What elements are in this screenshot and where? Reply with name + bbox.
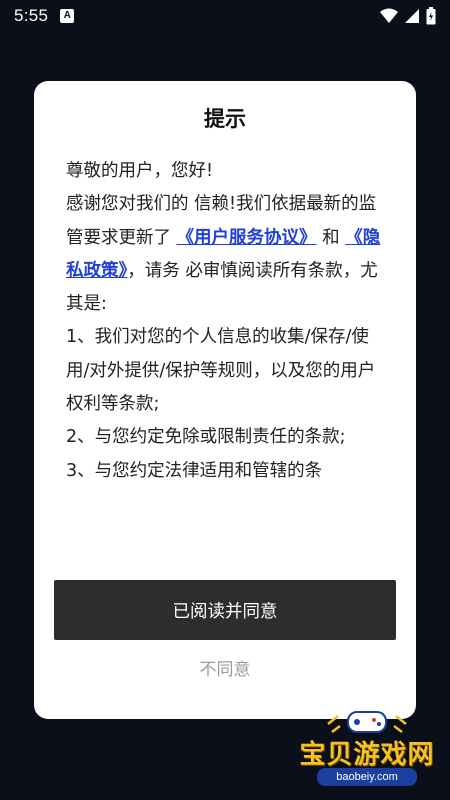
- connector-text: 和: [316, 227, 346, 248]
- user-agreement-link[interactable]: 《用户服务协议》: [177, 228, 317, 248]
- watermark-url: baobeiy.com: [317, 768, 417, 786]
- status-bar: 5:55 A: [0, 0, 450, 32]
- status-icons: [380, 7, 436, 25]
- greeting-text: 尊敬的用户，您好!: [66, 161, 214, 181]
- wifi-icon: [380, 8, 398, 24]
- battery-icon: [426, 7, 436, 25]
- list-item: 3、与您约定法律适用和管辖的条: [66, 460, 323, 481]
- signal-icon: [404, 8, 420, 24]
- watermark: 宝贝游戏网 baobeiy.com: [292, 704, 442, 794]
- disagree-button[interactable]: 不同意: [34, 655, 416, 685]
- dialog-body: 尊敬的用户，您好! 感谢您对我们的 信赖!我们依据最新的监管要求更新了 《用户服…: [66, 155, 392, 547]
- agree-button[interactable]: 已阅读并同意: [54, 580, 396, 640]
- status-time: 5:55: [14, 6, 49, 25]
- dialog-title: 提示: [204, 107, 246, 131]
- list-item: 1、我们对您的个人信息的收集/保存/使 用/对外提供/保护等规则，以及您的用户 …: [66, 327, 376, 415]
- privacy-dialog: 提示 尊敬的用户，您好! 感谢您对我们的 信赖!我们依据最新的监管要求更新了 《…: [34, 81, 416, 719]
- notice-paragraph: 感谢您对我们的 信赖!我们依据最新的监管要求更新了 《用户服务协议》 和 《隐私…: [66, 188, 392, 321]
- app-notification-icon: A: [60, 9, 75, 23]
- list-item: 2、与您约定免除或限制责任的条款;: [66, 427, 346, 448]
- watermark-text: 宝贝游戏网: [299, 740, 435, 770]
- screen: 5:55 A 提示 尊敬的用户，您好! 感谢您对我们的 信赖!我们依据最新的监管…: [0, 0, 450, 800]
